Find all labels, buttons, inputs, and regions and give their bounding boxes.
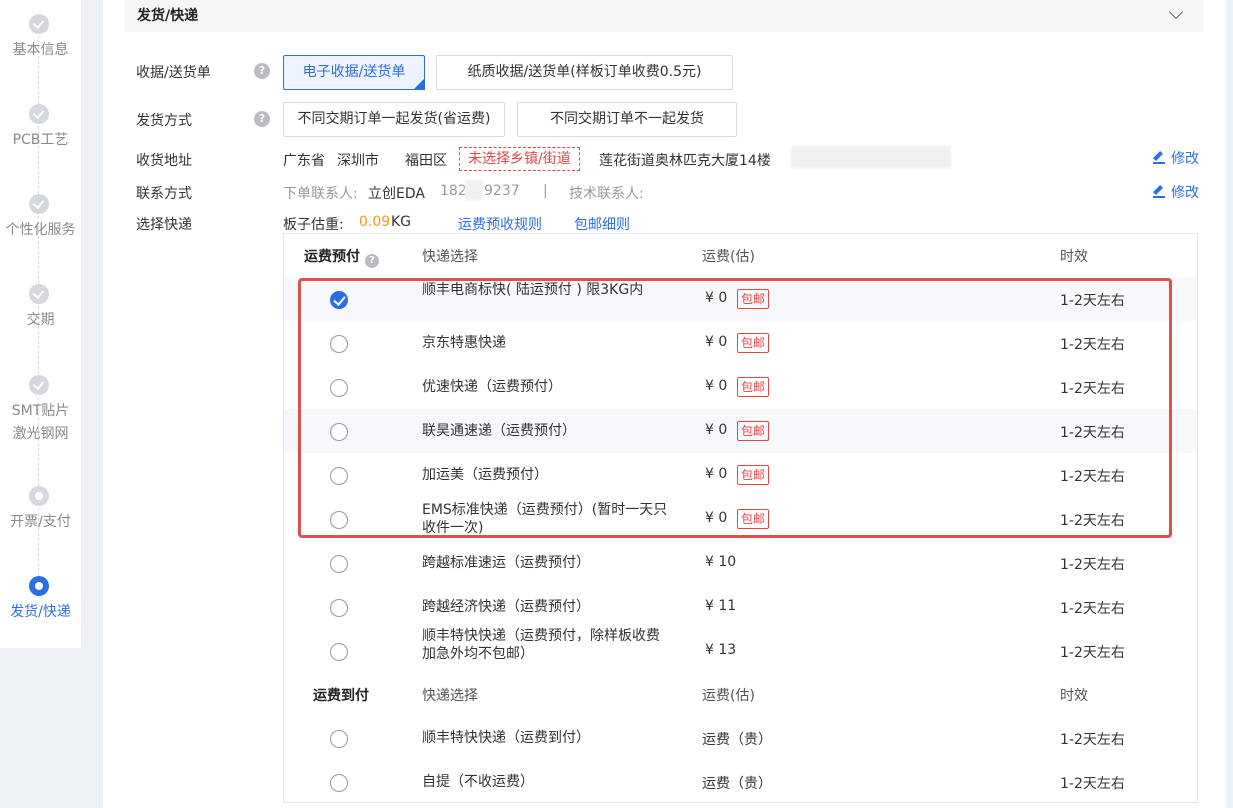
courier-name: 顺丰特快快递（运费预付，除样板收费加急外均不包邮）: [422, 628, 660, 662]
courier-time: 1-2天左右: [1060, 776, 1125, 792]
courier-label: 选择快递: [136, 217, 192, 233]
courier-row[interactable]: 跨越经济快递（运费预付） ¥ 11 1-2天左右: [284, 585, 1197, 629]
order-contact-value: 立创EDA: [368, 186, 425, 202]
highlight-box: [298, 278, 1172, 538]
address-city: 深圳市: [337, 153, 379, 169]
weight-unit: KG: [391, 214, 412, 230]
step-custom-service[interactable]: 个性化服务: [0, 194, 81, 242]
check-icon: [29, 194, 49, 214]
col-fee: 运费(估): [702, 249, 755, 265]
cod-group-header: 运费到付: [313, 688, 369, 704]
address-province: 广东省: [283, 153, 325, 169]
weight-value: 0.09: [359, 214, 391, 230]
address-detail: 莲花街道奥林匹克大厦14楼: [599, 153, 771, 169]
step-sidebar: 基本信息 PCB工艺 个性化服务 交期 SMT贴片 激光钢网 开票/支付 发货/…: [0, 0, 81, 648]
help-icon[interactable]: ?: [254, 111, 270, 127]
ship-separately-option[interactable]: 不同交期订单不一起发货: [517, 102, 737, 137]
edit-label: 修改: [1171, 185, 1199, 201]
col-fee: 运费(估): [702, 688, 755, 704]
pencil-icon: [1153, 152, 1165, 164]
phone-end: 9237: [484, 183, 520, 199]
tech-contact-label: 技术联系人:: [569, 186, 644, 202]
town-warning[interactable]: 未选择乡镇/街道: [459, 147, 580, 171]
check-icon: [29, 104, 49, 124]
courier-row[interactable]: 自提（不收运费） 运费（贵） 1-2天左右: [284, 760, 1197, 804]
radio-icon[interactable]: [330, 599, 348, 617]
section-header[interactable]: 发货/快递: [125, 0, 1203, 32]
selected-corner-icon: [413, 78, 425, 90]
courier-row[interactable]: 跨越标准速运（运费预付） ¥ 10 1-2天左右: [284, 541, 1197, 585]
help-icon[interactable]: ?: [254, 63, 270, 79]
main-panel: 发货/快递 收据/送货单 ? 电子收据/送货单 纸质收据/送货单(样板订单收费0…: [103, 0, 1226, 808]
courier-time: 1-2天左右: [1060, 645, 1125, 661]
freight-rules-link[interactable]: 运费预收规则: [458, 214, 542, 234]
edit-label: 修改: [1171, 151, 1199, 167]
chevron-down-icon[interactable]: [1168, 4, 1184, 20]
courier-fee: ¥ 11: [705, 598, 737, 614]
prepaid-group-header: 运费预付 ?: [304, 246, 379, 268]
separator: |: [543, 183, 548, 199]
courier-name: 顺丰特快快递（运费到付）: [422, 730, 590, 746]
contact-label: 联系方式: [136, 186, 192, 202]
col-courier: 快递选择: [422, 688, 478, 704]
check-icon: [29, 375, 49, 395]
address-label: 收货地址: [136, 153, 192, 169]
courier-time: 1-2天左右: [1060, 732, 1125, 748]
help-icon[interactable]: ?: [364, 254, 379, 268]
step-shipping[interactable]: 发货/快递: [0, 576, 81, 624]
radio-icon[interactable]: [330, 730, 348, 748]
free-shipping-link[interactable]: 包邮细则: [574, 214, 630, 234]
courier-time: 1-2天左右: [1060, 601, 1125, 617]
redacted-block: [465, 180, 483, 200]
col-time: 时效: [1060, 688, 1088, 704]
check-icon: [29, 14, 49, 34]
edit-contact-link[interactable]: 修改: [1153, 182, 1199, 202]
ship-together-option[interactable]: 不同交期订单一起发货(省运费): [283, 102, 505, 137]
check-icon: [29, 284, 49, 304]
courier-row[interactable]: 顺丰特快快递（运费预付，除样板收费加急外均不包邮） ¥ 13 1-2天左右: [284, 628, 1197, 673]
pencil-icon: [1153, 186, 1165, 198]
courier-fee: 运费（贵）: [702, 776, 772, 792]
step-pcb-process[interactable]: PCB工艺: [0, 104, 81, 152]
active-dot-icon: [29, 576, 49, 596]
option-label: 纸质收据/送货单(样板订单收费0.5元): [467, 64, 702, 80]
circle-icon: [29, 486, 49, 506]
courier-fee: ¥ 10: [705, 554, 737, 570]
group-label: 运费预付: [304, 249, 360, 265]
step-basic-info[interactable]: 基本信息: [0, 14, 81, 62]
courier-time: 1-2天左右: [1060, 557, 1125, 573]
radio-icon[interactable]: [330, 774, 348, 792]
courier-fee: 运费（贵）: [702, 732, 772, 748]
receipt-label: 收据/送货单: [136, 65, 211, 81]
address-district: 福田区: [405, 153, 447, 169]
courier-name: 自提（不收运费）: [422, 774, 534, 790]
step-invoice-payment[interactable]: 开票/支付: [0, 486, 81, 534]
order-contact-label: 下单联系人:: [283, 186, 358, 202]
radio-icon[interactable]: [330, 555, 348, 573]
radio-icon[interactable]: [330, 643, 348, 661]
receipt-option-electronic[interactable]: 电子收据/送货单: [283, 55, 425, 90]
section-title: 发货/快递: [137, 8, 199, 24]
step-delivery-time[interactable]: 交期: [0, 284, 81, 332]
courier-name: 跨越经济快递（运费预付）: [422, 599, 590, 615]
redacted-block: [791, 146, 951, 168]
courier-fee: ¥ 13: [705, 642, 737, 658]
ship-method-label: 发货方式: [136, 113, 192, 129]
col-courier: 快递选择: [422, 249, 478, 265]
step-label-2: 激光钢网: [12, 426, 69, 442]
option-label: 不同交期订单一起发货(省运费): [297, 111, 491, 127]
option-label: 不同交期订单不一起发货: [550, 111, 704, 127]
col-time: 时效: [1060, 249, 1088, 265]
weight-label: 板子估重:: [283, 217, 344, 233]
phone-start: 182: [440, 183, 467, 199]
courier-name: 跨越标准速运（运费预付）: [422, 555, 590, 571]
edit-address-link[interactable]: 修改: [1153, 148, 1199, 168]
courier-row[interactable]: 顺丰特快快递（运费到付） 运费（贵） 1-2天左右: [284, 716, 1197, 760]
option-label: 电子收据/送货单: [302, 64, 406, 80]
step-smt-stencil[interactable]: SMT贴片 激光钢网: [0, 375, 81, 446]
receipt-option-paper[interactable]: 纸质收据/送货单(样板订单收费0.5元): [436, 55, 733, 90]
